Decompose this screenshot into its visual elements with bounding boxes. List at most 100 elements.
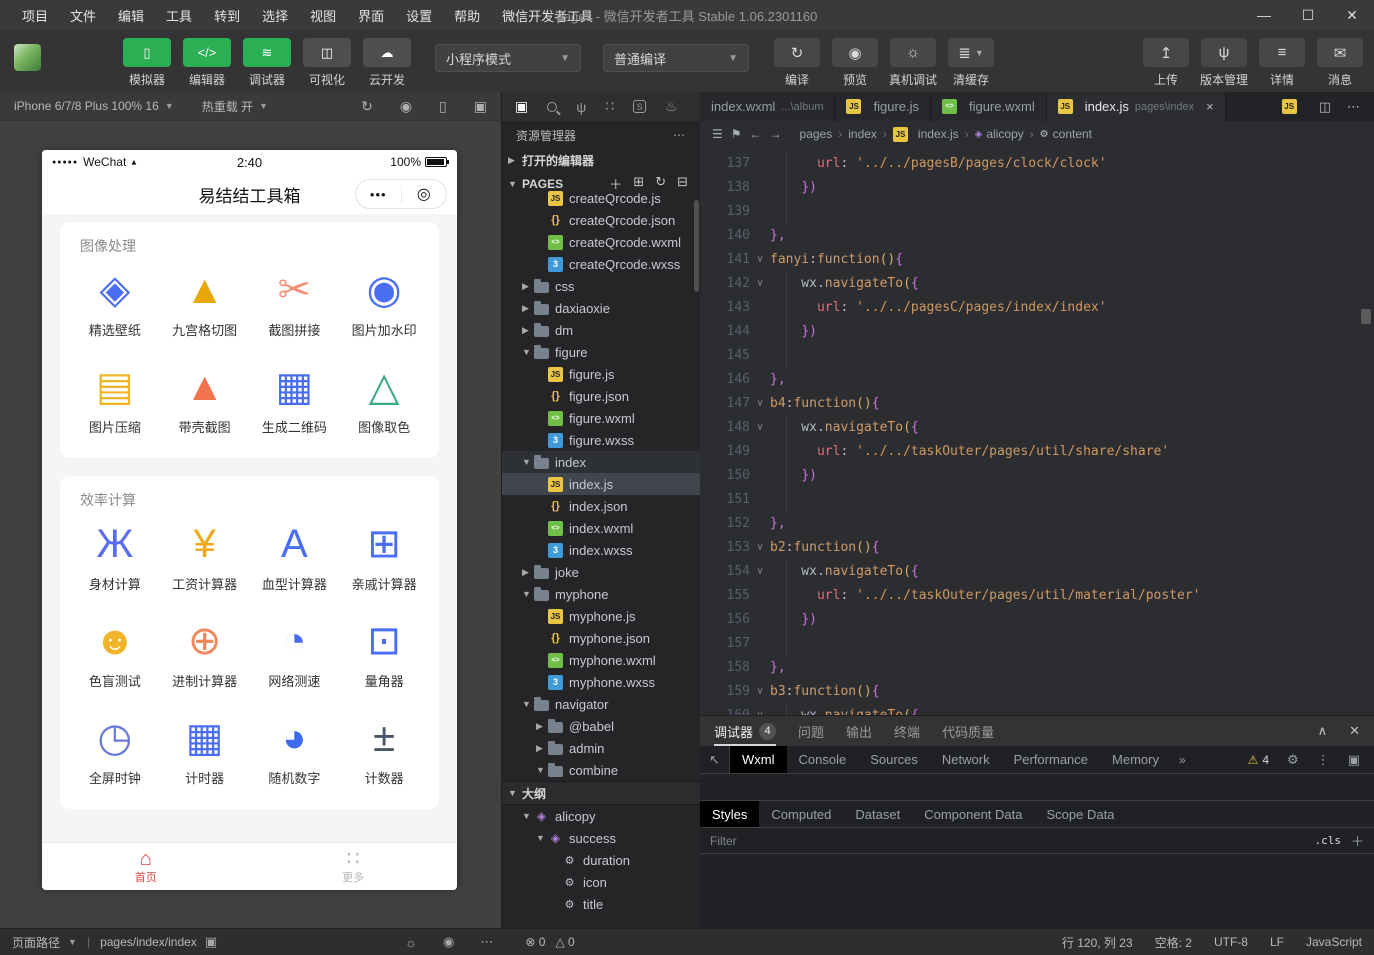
fold-icon[interactable]: ∨ bbox=[750, 680, 770, 704]
refresh-icon[interactable]: ↻ bbox=[361, 98, 373, 115]
app-item[interactable]: ±计数器 bbox=[339, 714, 429, 787]
maximize-button[interactable]: ☐ bbox=[1286, 0, 1330, 30]
app-item[interactable]: ✂截图拼接 bbox=[250, 266, 340, 339]
breadcrumb-item-index.js[interactable]: JSindex.js bbox=[893, 127, 959, 142]
exit-icon[interactable]: ◎ bbox=[402, 184, 447, 204]
toolbar-mode-cloud[interactable]: ☁云开发 bbox=[361, 38, 413, 88]
tree-item-index.wxss[interactable]: 3index.wxss bbox=[502, 539, 700, 561]
style-tab-Computed[interactable]: Computed bbox=[759, 801, 843, 827]
compile-button[interactable]: ↻编译 bbox=[773, 38, 821, 88]
tree-item-icon[interactable]: ⚙icon bbox=[502, 871, 700, 893]
tree-item-myphone.js[interactable]: JSmyphone.js bbox=[502, 605, 700, 627]
eye-icon[interactable]: ◉ bbox=[443, 934, 454, 950]
files-icon[interactable]: ▣ bbox=[515, 98, 528, 115]
add-style-icon[interactable]: ＋ bbox=[1351, 831, 1364, 850]
gear-icon[interactable]: ⚙ bbox=[1287, 752, 1299, 768]
tree-item-joke[interactable]: ▶joke bbox=[502, 561, 700, 583]
user-avatar[interactable] bbox=[14, 44, 41, 71]
theme-icon[interactable]: ♨ bbox=[665, 98, 678, 115]
language-mode[interactable]: JavaScript bbox=[1306, 935, 1362, 949]
toolbar-mode-simulator[interactable]: ▯模拟器 bbox=[121, 38, 173, 88]
app-item[interactable]: ▲九宫格切图 bbox=[160, 266, 250, 339]
cursor-position[interactable]: 行 120, 列 23 bbox=[1062, 934, 1133, 951]
kebab-menu-icon[interactable]: ⋮ bbox=[1317, 752, 1330, 768]
menu-项目[interactable]: 项目 bbox=[12, 6, 58, 25]
app-item[interactable]: ▤图片压缩 bbox=[70, 363, 160, 436]
details-button[interactable]: ≡详情 bbox=[1258, 38, 1306, 88]
tree-item-daxiaoxie[interactable]: ▶daxiaoxie bbox=[502, 297, 700, 319]
editor-tab-figure.js[interactable]: JSfigure.js bbox=[835, 92, 931, 121]
debugger-tab-输出[interactable]: 输出 bbox=[846, 716, 872, 746]
app-item[interactable]: ◕随机数字 bbox=[250, 714, 340, 787]
menu-界面[interactable]: 界面 bbox=[348, 6, 394, 25]
breadcrumb-item-alicopy[interactable]: ◈ alicopy bbox=[975, 127, 1024, 141]
page-path-value[interactable]: pages/index/index bbox=[100, 935, 197, 949]
app-item[interactable]: ◉图片加水印 bbox=[339, 266, 429, 339]
code-editor[interactable]: 137 url: '../../pagesB/pages/clock/clock… bbox=[700, 147, 1374, 716]
device-select[interactable]: iPhone 6/7/8 Plus 100% 16 bbox=[14, 99, 159, 113]
breadcrumb-item-index[interactable]: index bbox=[848, 127, 877, 141]
debugger-tab-调试器[interactable]: 调试器4 bbox=[714, 716, 776, 746]
toolbar-mode-editor[interactable]: </>编辑器 bbox=[181, 38, 233, 88]
app-item[interactable]: ▦生成二维码 bbox=[250, 363, 340, 436]
eol[interactable]: LF bbox=[1270, 935, 1284, 949]
menu-视图[interactable]: 视图 bbox=[300, 6, 346, 25]
menu-选择[interactable]: 选择 bbox=[252, 6, 298, 25]
app-item[interactable]: ⊕进制计算器 bbox=[160, 617, 250, 690]
bug-icon[interactable]: ☼ bbox=[405, 935, 417, 950]
tree-item-@babel[interactable]: ▶@babel bbox=[502, 715, 700, 737]
more-actions-icon[interactable]: ⋯ bbox=[1347, 99, 1360, 115]
tree-item-combine[interactable]: ▼combine bbox=[502, 759, 700, 781]
fold-icon[interactable]: ∨ bbox=[750, 560, 770, 584]
app-item[interactable]: ◔网络测速 bbox=[250, 617, 340, 690]
devtools-tab-Console[interactable]: Console bbox=[787, 746, 859, 773]
breadcrumb-item-pages[interactable]: pages bbox=[800, 127, 833, 141]
capsule-button[interactable]: ••• ◎ bbox=[355, 179, 447, 209]
dock-icon[interactable]: ▣ bbox=[1348, 752, 1360, 768]
devtools-tab-Wxml[interactable]: Wxml bbox=[730, 746, 787, 773]
ellipsis-icon[interactable]: ⋯ bbox=[480, 934, 493, 950]
inspect-icon[interactable]: ↖ bbox=[700, 746, 730, 773]
tree-item-success[interactable]: ▼◈success bbox=[502, 827, 700, 849]
tree-item-figure.json[interactable]: {}figure.json bbox=[502, 385, 700, 407]
tree-item-myphone.json[interactable]: {}myphone.json bbox=[502, 627, 700, 649]
bookmark-icon[interactable]: ⚑ bbox=[731, 127, 742, 141]
tree-item-alicopy[interactable]: ▼◈alicopy bbox=[502, 805, 700, 827]
mode-select[interactable]: 小程序模式 ▼ bbox=[435, 44, 581, 72]
upload-button[interactable]: ↥上传 bbox=[1142, 38, 1190, 88]
app-item[interactable]: ¥工资计算器 bbox=[160, 520, 250, 593]
tree-item-createQrcode.json[interactable]: {}createQrcode.json bbox=[502, 209, 700, 231]
version-control-button[interactable]: ψ版本管理 bbox=[1200, 38, 1248, 88]
snippets-icon[interactable]: S bbox=[633, 100, 646, 113]
split-editor-icon[interactable]: ◫ bbox=[1319, 99, 1331, 115]
debugger-tab-终端[interactable]: 终端 bbox=[894, 716, 920, 746]
style-tab-Styles[interactable]: Styles bbox=[700, 801, 759, 827]
app-item[interactable]: Ж身材计算 bbox=[70, 520, 160, 593]
phone-tab-首页[interactable]: ⌂首页 bbox=[42, 843, 250, 890]
tree-item-dm[interactable]: ▶dm bbox=[502, 319, 700, 341]
phone-tab-更多[interactable]: ∷更多 bbox=[250, 843, 458, 890]
tree-item-myphone.wxss[interactable]: 3myphone.wxss bbox=[502, 671, 700, 693]
app-item[interactable]: ▲带壳截图 bbox=[160, 363, 250, 436]
fold-icon[interactable]: ∨ bbox=[750, 392, 770, 416]
warning-count[interactable]: ⚠ 4 bbox=[1248, 753, 1269, 767]
debugger-tab-代码质量[interactable]: 代码质量 bbox=[942, 716, 994, 746]
encoding[interactable]: UTF-8 bbox=[1214, 935, 1248, 949]
fold-icon[interactable]: ∨ bbox=[750, 536, 770, 560]
menu-帮助[interactable]: 帮助 bbox=[444, 6, 490, 25]
messages-button[interactable]: ✉消息 bbox=[1316, 38, 1364, 88]
app-item[interactable]: ◷全屏时钟 bbox=[70, 714, 160, 787]
page-path-label[interactable]: 页面路径 bbox=[12, 934, 60, 951]
style-tab-Component Data[interactable]: Component Data bbox=[912, 801, 1034, 827]
multi-window-icon[interactable]: ▣ bbox=[474, 98, 487, 115]
minimize-button[interactable]: — bbox=[1242, 0, 1286, 30]
toolbar-mode-visualization[interactable]: ◫可视化 bbox=[301, 38, 353, 88]
close-icon[interactable]: ✕ bbox=[1349, 723, 1360, 739]
tree-item-navigator[interactable]: ▼navigator bbox=[502, 693, 700, 715]
tree-item-createQrcode.js[interactable]: JScreateQrcode.js bbox=[502, 187, 700, 209]
compile-select[interactable]: 普通编译 ▼ bbox=[603, 44, 749, 72]
indentation[interactable]: 空格: 2 bbox=[1155, 934, 1192, 951]
explorer-scrollbar[interactable] bbox=[694, 200, 699, 292]
collapse-icon[interactable]: ∧ bbox=[1318, 723, 1328, 739]
app-item[interactable]: ☻色盲测试 bbox=[70, 617, 160, 690]
